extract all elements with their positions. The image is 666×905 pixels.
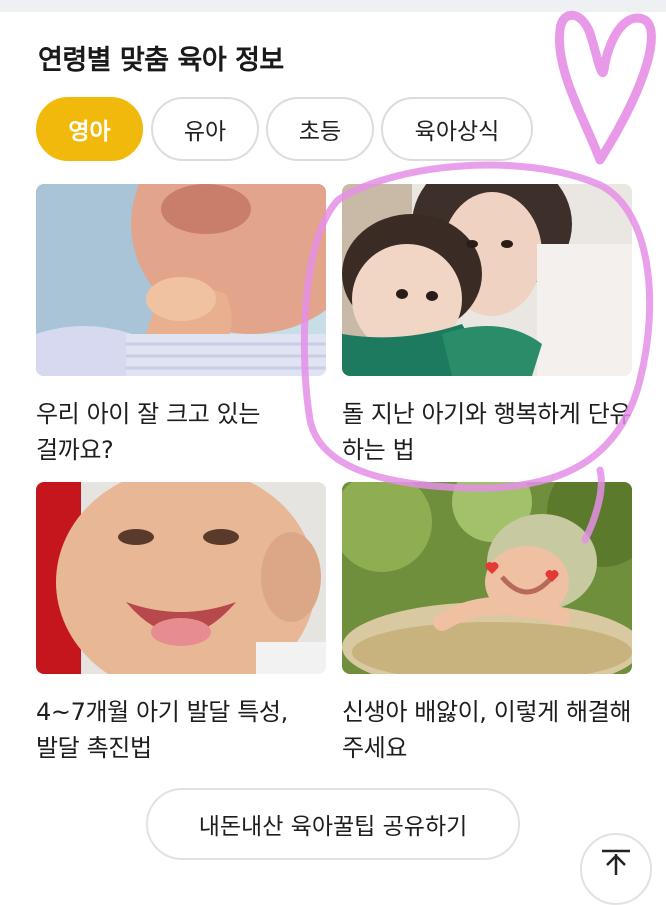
article-title: 신생아 배앓이, 이렇게 해결해 주세요 [342,698,632,762]
tab-infant[interactable]: 영아 [36,97,143,161]
newborn-crying-in-basket-photo [342,482,632,674]
laughing-baby-photo [36,482,326,674]
baby-biting-fingers-photo [36,184,326,376]
mother-and-toddler-selfie-photo [342,184,632,376]
article-card-weaning[interactable]: 돌 지난 아기와 행복하게 단유 하는 법 [342,184,632,468]
top-divider-strip [0,0,666,12]
tab-parenting-tips[interactable]: 육아상식 [381,97,533,161]
section-title: 연령별 맞춤 육아 정보 [38,45,284,76]
arrow-up-to-top-icon [602,849,630,875]
article-card-development[interactable]: 4~7개월 아기 발달 특성, 발달 촉진법 [36,482,326,766]
article-title: 우리 아이 잘 크고 있는 걸까요? [36,400,261,464]
article-card-colic[interactable]: 신생아 배앓이, 이렇게 해결해 주세요 [342,482,632,766]
article-title: 돌 지난 아기와 행복하게 단유 하는 법 [342,400,632,464]
tab-toddler[interactable]: 유아 [151,97,259,161]
article-card-growth[interactable]: 우리 아이 잘 크고 있는 걸까요? [36,184,326,468]
scroll-to-top-button[interactable] [580,833,652,905]
tab-elementary[interactable]: 초등 [266,97,374,161]
share-parenting-tips-button[interactable]: 내돈내산 육아꿀팁 공유하기 [146,788,520,860]
article-title: 4~7개월 아기 발달 특성, 발달 촉진법 [36,698,288,762]
heart-annotation [554,10,656,165]
